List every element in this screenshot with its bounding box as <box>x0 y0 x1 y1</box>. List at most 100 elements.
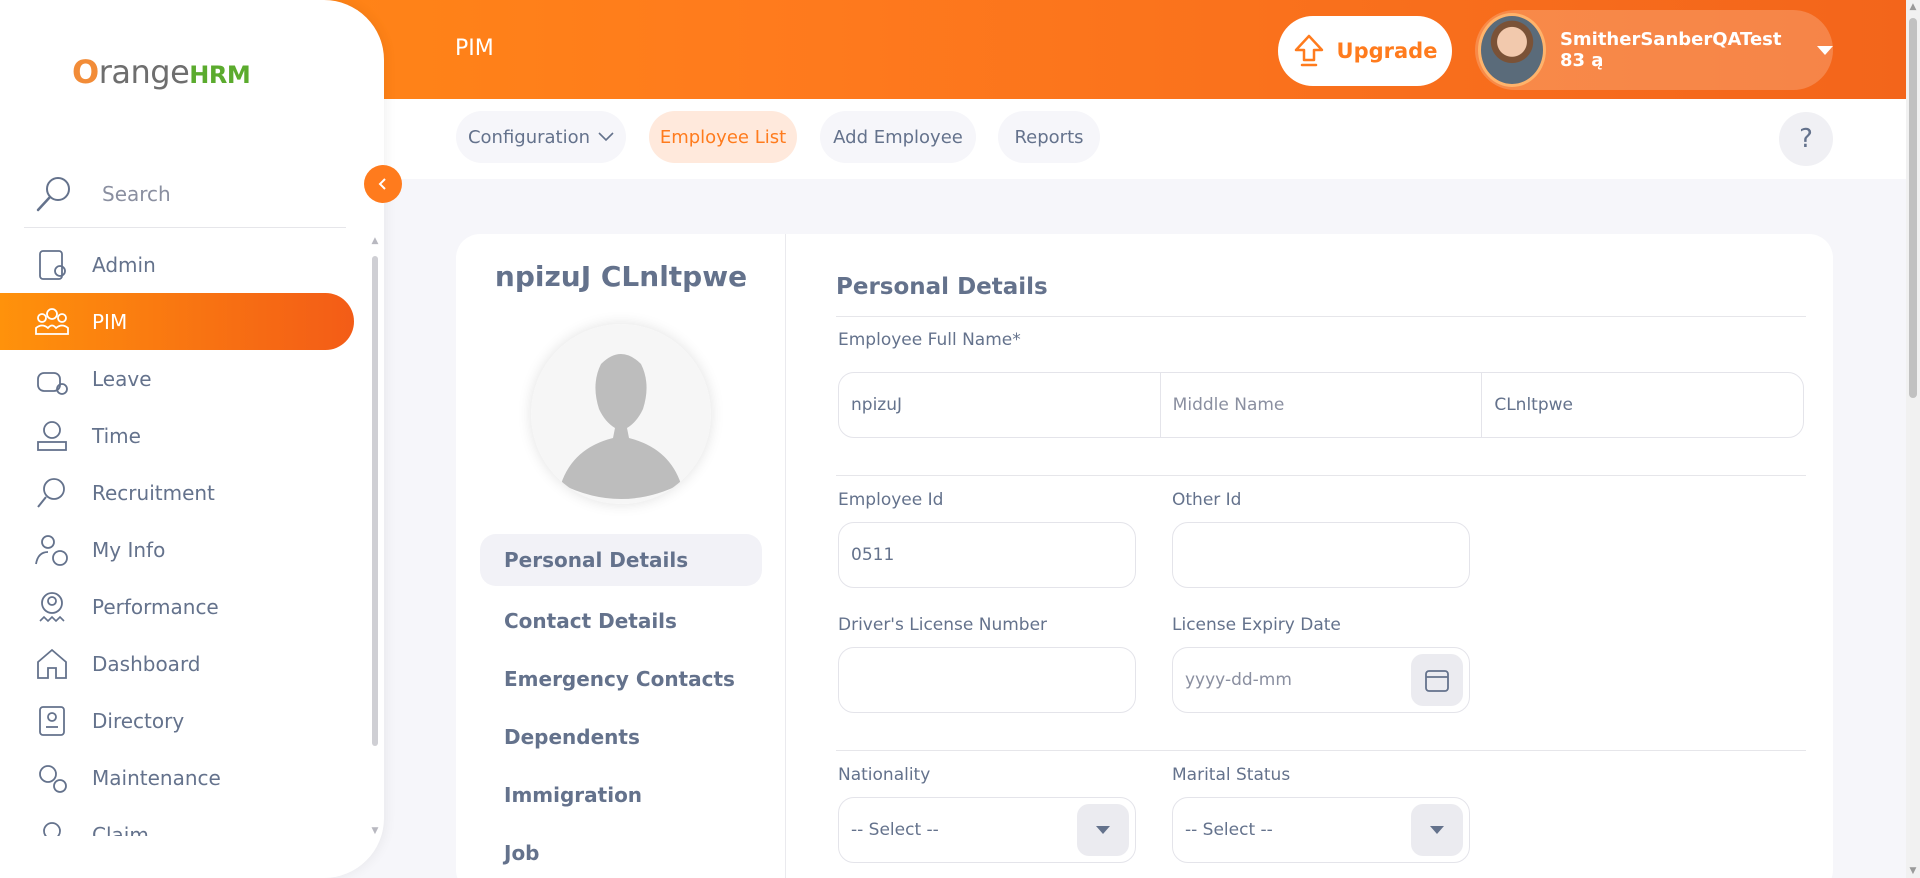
sidebar-item-my-info[interactable]: My Info <box>0 521 360 578</box>
orangehrm-logo: OrangeHRM <box>72 46 251 98</box>
sidebar-item-maintenance[interactable]: Maintenance <box>0 749 360 806</box>
middle-name-input[interactable]: Middle Name <box>1161 373 1483 437</box>
claim-icon <box>43 821 61 836</box>
sidebar-scrollbar-thumb[interactable] <box>372 256 378 746</box>
upgrade-label: Upgrade <box>1336 39 1438 63</box>
calendar-button[interactable] <box>1411 654 1463 706</box>
directory-icon <box>39 705 65 736</box>
marital-status-select[interactable]: -- Select -- <box>1172 797 1470 863</box>
last-name-input[interactable]: CLnltpwe <box>1482 373 1803 437</box>
sidebar-item-label: Recruitment <box>92 480 215 505</box>
sidebar-collapse-button[interactable] <box>364 165 402 203</box>
logo-o: O <box>72 53 99 91</box>
section-title: Personal Details <box>836 274 1048 300</box>
leave-icon <box>37 371 68 395</box>
logo-hrm: HRM <box>189 61 251 89</box>
pim-icon <box>35 307 69 335</box>
scroll-down-icon[interactable]: ▼ <box>1906 866 1920 876</box>
sidebar-item-pim[interactable]: PIM <box>0 293 354 350</box>
nationality-value: -- Select -- <box>851 820 939 840</box>
other-id-label: Other Id <box>1172 490 1242 510</box>
tab-dependents[interactable]: Dependents <box>480 708 762 766</box>
page-title: PIM <box>455 36 494 61</box>
employee-photo[interactable] <box>531 324 711 504</box>
tab-immigration[interactable]: Immigration <box>480 766 762 824</box>
sidebar-item-claim[interactable]: Claim <box>0 806 360 836</box>
calendar-icon <box>1425 670 1449 692</box>
employee-id-input[interactable]: 0511 <box>838 522 1136 588</box>
sidebar-item-leave[interactable]: Leave <box>0 350 360 407</box>
scroll-down-icon[interactable]: ▼ <box>370 826 380 836</box>
help-button[interactable]: ? <box>1779 112 1833 166</box>
dashboard-icon <box>37 648 67 679</box>
nationality-select[interactable]: -- Select -- <box>838 797 1136 863</box>
first-name-input[interactable]: npizuJ <box>839 373 1161 437</box>
caret-down-icon <box>1817 45 1833 55</box>
sidebar-item-label: Directory <box>92 708 185 733</box>
tab-job[interactable]: Job <box>480 824 762 878</box>
sidebar-item-label: Admin <box>92 252 156 277</box>
sidebar-item-admin[interactable]: Admin <box>0 236 360 293</box>
tab-emergency-contacts[interactable]: Emergency Contacts <box>480 650 762 708</box>
tab-personal-details-label: Personal Details <box>504 548 689 572</box>
tab-personal-details[interactable]: Personal Details <box>480 534 762 586</box>
license-expiry-input[interactable]: yyyy-dd-mm <box>1172 647 1470 713</box>
employee-details-card: npizuJ CLnltpwe Personal Details Contact… <box>456 234 1833 878</box>
tab-add-employee[interactable]: Add Employee <box>820 111 976 163</box>
performance-icon <box>39 591 65 622</box>
divider <box>836 316 1806 317</box>
tab-employee-list-label: Employee List <box>659 126 787 148</box>
tab-reports[interactable]: Reports <box>998 111 1100 163</box>
user-dropdown[interactable]: SmitherSanberQATest 83 ą <box>1475 10 1833 90</box>
marital-status-dropdown-button[interactable] <box>1411 804 1463 856</box>
sidebar-item-directory[interactable]: Directory <box>0 692 360 749</box>
sidebar-menu: Admin PIM Leave Time Recruitment My Info Perfo… <box>0 236 360 836</box>
sidebar-item-performance[interactable]: Performance <box>0 578 360 635</box>
tab-configuration[interactable]: Configuration <box>456 111 626 163</box>
logo-range: range <box>98 53 190 91</box>
page-scrollbar-thumb[interactable] <box>1909 18 1917 398</box>
sidebar-item-label: Claim <box>92 822 149 837</box>
user-name: SmitherSanberQATest 83 ą <box>1559 29 1782 71</box>
nationality-dropdown-button[interactable] <box>1077 804 1129 856</box>
divider <box>836 475 1806 476</box>
user-silhouette-icon <box>531 324 711 504</box>
admin-icon <box>39 249 66 280</box>
tab-employee-list[interactable]: Employee List <box>649 111 797 163</box>
sidebar-item-dashboard[interactable]: Dashboard <box>0 635 360 692</box>
marital-status-value: -- Select -- <box>1185 820 1273 840</box>
sub-navigation: Configuration Employee List Add Employee… <box>384 99 1906 179</box>
sidebar-item-label: Performance <box>92 594 219 619</box>
sidebar-search[interactable]: Search <box>24 160 346 228</box>
chevron-down-icon <box>598 132 614 142</box>
sidebar-item-label: PIM <box>92 309 128 334</box>
scroll-up-icon[interactable]: ▲ <box>370 236 380 246</box>
sidebar-item-label: My Info <box>92 537 166 562</box>
tab-contact-details[interactable]: Contact Details <box>480 592 762 650</box>
license-number-input[interactable] <box>838 647 1136 713</box>
chevron-left-icon <box>378 178 386 190</box>
sidebar-item-label: Dashboard <box>92 651 201 676</box>
avatar <box>1478 13 1546 87</box>
upgrade-button[interactable]: Upgrade <box>1278 16 1452 86</box>
page-scrollbar[interactable]: ▲ ▼ <box>1906 0 1920 878</box>
sidebar-item-time[interactable]: Time <box>0 407 360 464</box>
caret-down-icon <box>1430 826 1444 834</box>
nationality-label: Nationality <box>838 765 931 785</box>
employee-name: npizuJ CLnltpwe <box>494 260 748 293</box>
sidebar-item-recruitment[interactable]: Recruitment <box>0 464 360 521</box>
sidebar-search-label: Search <box>102 181 171 206</box>
tab-contact-details-label: Contact Details <box>504 609 677 633</box>
tab-add-employee-label: Add Employee <box>833 126 963 148</box>
employee-profile-panel: npizuJ CLnltpwe Personal Details Contact… <box>456 234 786 878</box>
sidebar-scrollbar[interactable]: ▲ ▼ <box>370 236 380 836</box>
recruitment-icon <box>37 477 65 508</box>
sidebar-item-label: Leave <box>92 366 152 391</box>
tab-dependents-label: Dependents <box>504 725 640 749</box>
upgrade-arrow-icon <box>1294 34 1323 67</box>
tab-emergency-contacts-label: Emergency Contacts <box>504 667 735 691</box>
other-id-input[interactable] <box>1172 522 1470 588</box>
full-name-label: Employee Full Name* <box>838 330 1021 350</box>
help-icon: ? <box>1799 124 1813 154</box>
scroll-up-icon[interactable]: ▲ <box>1906 2 1920 12</box>
